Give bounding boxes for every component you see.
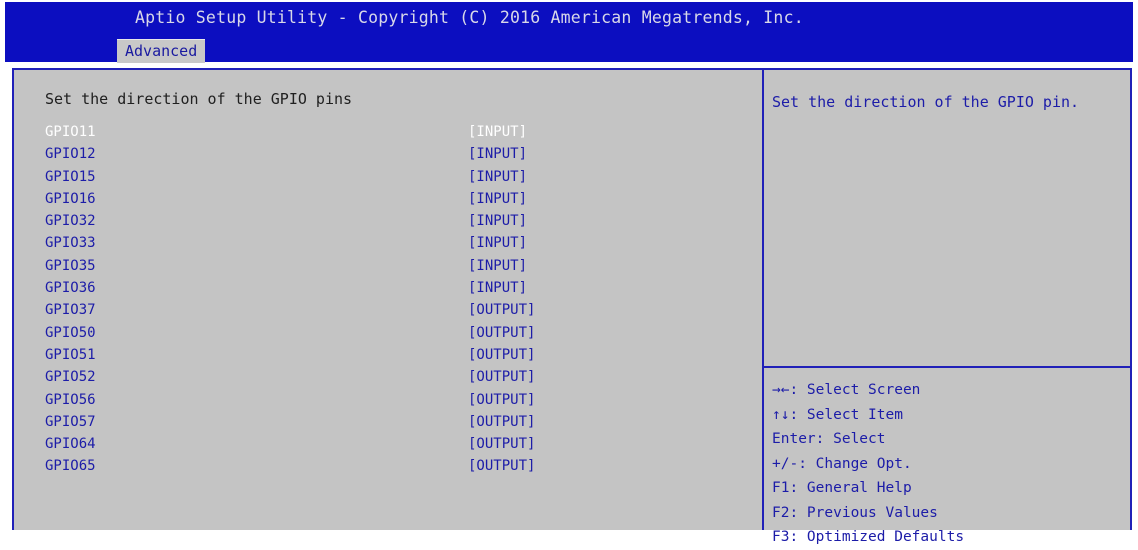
gpio-row[interactable]: GPIO56 [OUTPUT] — [45, 390, 645, 412]
key-hint-enter: Enter: Select — [772, 431, 886, 447]
gpio-direction-value[interactable]: [INPUT] — [468, 213, 527, 229]
gpio-name: GPIO56 — [45, 391, 96, 408]
gpio-direction-value[interactable]: [OUTPUT] — [468, 325, 535, 341]
gpio-name: GPIO11 — [45, 124, 96, 140]
help-separator — [764, 366, 1130, 368]
gpio-row[interactable]: GPIO35 [INPUT] — [45, 256, 645, 278]
page-heading: Set the direction of the GPIO pins — [45, 90, 353, 108]
gpio-direction-value[interactable]: [OUTPUT] — [468, 414, 535, 430]
gpio-row[interactable]: GPIO32 [INPUT] — [45, 211, 645, 233]
gpio-row[interactable]: GPIO50 [OUTPUT] — [45, 323, 645, 345]
help-description: Set the direction of the GPIO pin. — [772, 93, 1080, 111]
gpio-name: GPIO35 — [45, 257, 96, 274]
key-legend: →←: Select Screen ↑↓: Select Item Enter:… — [772, 378, 1122, 550]
gpio-name: GPIO50 — [45, 324, 96, 341]
gpio-name: GPIO36 — [45, 280, 96, 297]
app-title: Aptio Setup Utility - Copyright (C) 2016… — [135, 8, 804, 27]
gpio-name: GPIO65 — [45, 458, 96, 475]
gpio-row[interactable]: GPIO64 [OUTPUT] — [45, 434, 645, 456]
gpio-name: GPIO12 — [45, 146, 96, 163]
gpio-name: GPIO15 — [45, 168, 96, 185]
key-hint-select-screen: →←: Select Screen — [772, 382, 921, 398]
gpio-direction-value[interactable]: [INPUT] — [468, 146, 527, 162]
gpio-direction-value[interactable]: [INPUT] — [468, 191, 527, 207]
gpio-row[interactable]: GPIO57 [OUTPUT] — [45, 412, 645, 434]
gpio-row[interactable]: GPIO12 [INPUT] — [45, 144, 645, 166]
gpio-name: GPIO51 — [45, 346, 96, 363]
gpio-row-selected[interactable]: GPIO11 [INPUT] — [45, 122, 645, 144]
gpio-direction-value[interactable]: [INPUT] — [468, 169, 527, 185]
gpio-row[interactable]: GPIO51 [OUTPUT] — [45, 345, 645, 367]
gpio-row[interactable]: GPIO37 [OUTPUT] — [45, 300, 645, 322]
gpio-name: GPIO16 — [45, 190, 96, 207]
gpio-direction-value[interactable]: [INPUT] — [468, 235, 527, 251]
key-hint-select-item: ↑↓: Select Item — [772, 406, 903, 423]
gpio-direction-value[interactable]: [INPUT] — [468, 124, 527, 140]
gpio-row[interactable]: GPIO15 [INPUT] — [45, 167, 645, 189]
gpio-row[interactable]: GPIO65 [OUTPUT] — [45, 456, 645, 478]
gpio-direction-value[interactable]: [OUTPUT] — [468, 302, 535, 318]
key-hint-change-opt: +/-: Change Opt. — [772, 455, 912, 472]
gpio-direction-value[interactable]: [INPUT] — [468, 258, 527, 274]
gpio-direction-value[interactable]: [OUTPUT] — [468, 392, 535, 408]
gpio-direction-value[interactable]: [INPUT] — [468, 280, 527, 296]
key-hint-previous-values: F2: Previous Values — [772, 504, 938, 521]
gpio-direction-value[interactable]: [OUTPUT] — [468, 436, 535, 452]
key-hint-general-help: F1: General Help — [772, 480, 912, 496]
title-bar: Aptio Setup Utility - Copyright (C) 2016… — [5, 2, 1133, 63]
gpio-name: GPIO33 — [45, 235, 96, 252]
gpio-row[interactable]: GPIO16 [INPUT] — [45, 189, 645, 211]
bios-screen: Aptio Setup Utility - Copyright (C) 2016… — [0, 0, 1138, 545]
gpio-direction-value[interactable]: [OUTPUT] — [468, 458, 535, 474]
gpio-direction-value[interactable]: [OUTPUT] — [468, 347, 535, 363]
tab-advanced[interactable]: Advanced — [117, 39, 206, 63]
gpio-list: GPIO11 [INPUT] GPIO12 [INPUT] GPIO15 [IN… — [45, 122, 645, 479]
gpio-name: GPIO57 — [45, 413, 96, 430]
key-hint-optimized-defaults: F3: Optimized Defaults — [772, 529, 965, 545]
gpio-row[interactable]: GPIO33 [INPUT] — [45, 233, 645, 255]
gpio-name: GPIO32 — [45, 213, 96, 230]
main-panel: Set the direction of the GPIO pins GPIO1… — [12, 68, 1132, 545]
gpio-row[interactable]: GPIO36 [INPUT] — [45, 278, 645, 300]
gpio-name: GPIO52 — [45, 369, 96, 386]
gpio-row[interactable]: GPIO52 [OUTPUT] — [45, 367, 645, 389]
panel-divider — [762, 70, 764, 530]
gpio-direction-value[interactable]: [OUTPUT] — [468, 369, 535, 385]
gpio-name: GPIO64 — [45, 436, 96, 453]
gpio-name: GPIO37 — [45, 302, 96, 319]
